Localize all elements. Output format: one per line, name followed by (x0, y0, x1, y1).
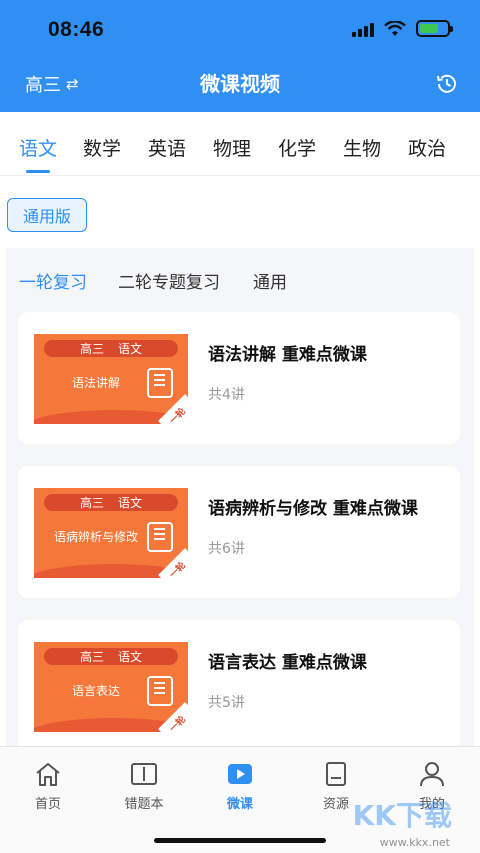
course-thumbnail: 高三 语文 语言表达 一轮 (34, 642, 188, 732)
lesson-count: 共4讲 (208, 387, 245, 403)
course-thumbnail: 高三 语文 语法讲解 一轮 (34, 334, 188, 424)
thumb-grade: 高三 (79, 650, 104, 664)
course-card[interactable]: 高三 语文 语病辨析与修改 一轮 语病辨析与修改 重难点微课 共6讲 (18, 466, 460, 598)
watermark-logo: KK下载 (352, 799, 452, 832)
tab-english[interactable]: 英语 (148, 134, 186, 161)
status-icons (352, 20, 453, 37)
user-icon (420, 762, 444, 787)
nav-home[interactable]: 首页 (13, 761, 83, 812)
book-icon (147, 522, 173, 552)
course-card[interactable]: 高三 语文 语法讲解 一轮 语法讲解 重难点微课 共4讲 (18, 312, 460, 444)
tab-physics[interactable]: 物理 (213, 134, 251, 161)
nav-mistakes-label: 错题本 (124, 797, 164, 812)
course-title: 语法讲解 重难点微课 (208, 345, 367, 365)
lesson-count: 共6讲 (208, 541, 245, 557)
battery-icon (416, 20, 453, 37)
nav-microlesson[interactable]: 微课 (205, 761, 275, 812)
version-chip[interactable]: 通用版 (7, 198, 87, 232)
status-time: 08:46 (48, 18, 105, 41)
nav-home-label: 首页 (34, 797, 61, 812)
book-icon (131, 763, 157, 785)
tab-general[interactable]: 通用 (253, 268, 287, 293)
course-card[interactable]: 高三 语文 语言表达 一轮 语言表达 重难点微课 共5讲 (18, 620, 460, 748)
thumb-grade: 高三 (79, 342, 104, 356)
nav-resources-label: 资源 (322, 797, 349, 812)
tab-politics[interactable]: 政治 (408, 134, 446, 161)
tab-first-review[interactable]: 一轮复习 (19, 268, 87, 293)
course-title: 语言表达 重难点微课 (208, 653, 367, 673)
course-title: 语病辨析与修改 重难点微课 (208, 499, 418, 519)
active-tab-indicator (26, 170, 50, 173)
lesson-count: 共5讲 (208, 695, 245, 711)
page-title: 微课视频 (200, 72, 280, 96)
course-panel: 一轮复习 二轮专题复习 通用 高三 语文 语法讲解 一轮 语法讲解 重难点微课 共… (6, 248, 474, 748)
tab-chinese[interactable]: 语文 (19, 134, 57, 161)
thumb-topic: 语言表达 (71, 684, 120, 698)
nav-microlesson-label: 微课 (226, 797, 253, 812)
tab-second-review[interactable]: 二轮专题复习 (118, 268, 220, 293)
course-thumbnail: 高三 语文 语病辨析与修改 一轮 (34, 488, 188, 578)
thumb-subject: 语文 (118, 342, 143, 356)
app-header: 08:46 高三 ⇄ 微课视频 (0, 0, 480, 112)
home-indicator (154, 838, 326, 843)
thumb-subject: 语文 (118, 650, 143, 664)
watermark-url: www.kkx.net (379, 836, 450, 849)
thumb-topic: 语法讲解 (71, 376, 120, 390)
history-button[interactable] (436, 73, 458, 99)
book-icon (147, 368, 173, 398)
book-icon (147, 676, 173, 706)
tab-math[interactable]: 数学 (83, 134, 121, 161)
thumb-subject: 语文 (118, 496, 143, 510)
home-icon (36, 763, 60, 786)
signal-icon (352, 21, 374, 37)
nav-mistakes[interactable]: 错题本 (109, 761, 179, 812)
tab-biology[interactable]: 生物 (343, 134, 381, 161)
thumb-grade: 高三 (79, 496, 104, 510)
tab-chemistry[interactable]: 化学 (278, 134, 316, 161)
wifi-icon (384, 20, 406, 36)
thumb-topic: 语病辨析与修改 (53, 530, 138, 544)
play-icon (228, 764, 252, 784)
document-icon (326, 762, 346, 786)
subject-tabs: 语文 数学 英语 物理 化学 生物 政治 (0, 112, 480, 176)
clock-history-icon (437, 74, 456, 93)
